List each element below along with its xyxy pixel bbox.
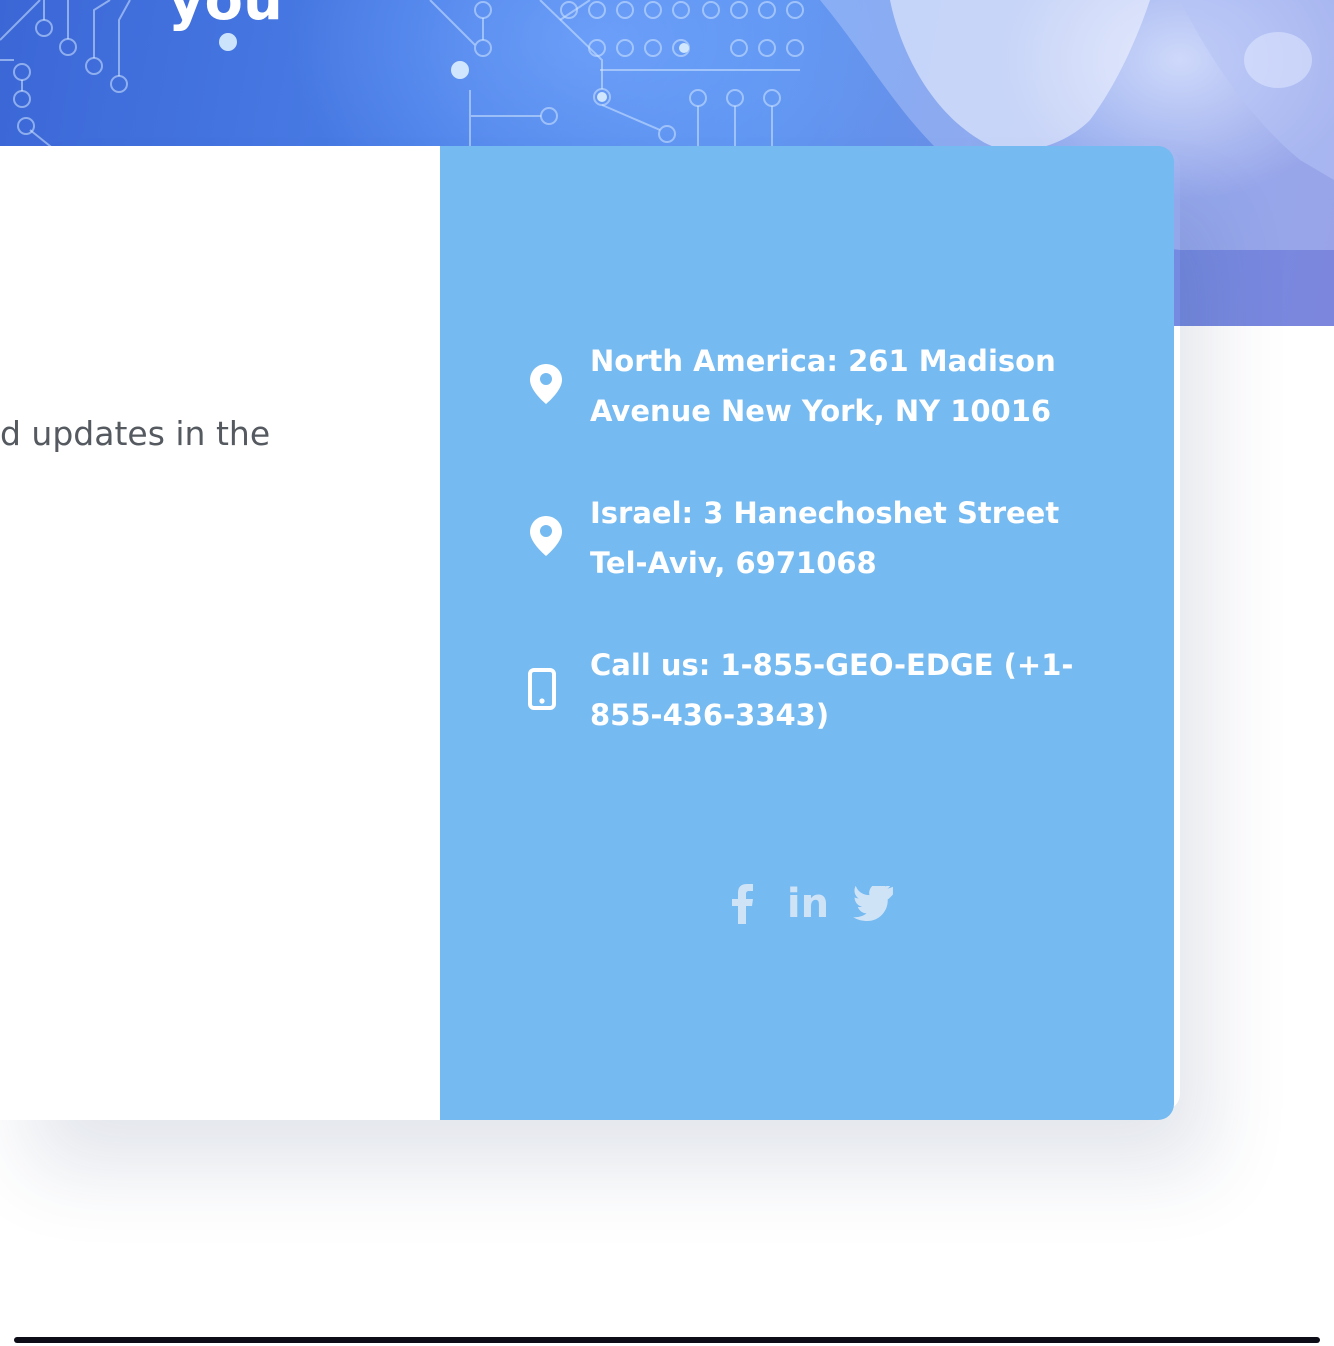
twitter-icon[interactable] [852, 882, 896, 926]
contact-address-north-america: North America: 261 Madison Avenue New Yo… [590, 336, 1090, 436]
intro-card [0, 146, 440, 1120]
facebook-icon[interactable] [720, 882, 764, 926]
contact-phone[interactable]: Call us: 1-855-GEO-EDGE (+1- 855-436-334… [590, 640, 1090, 740]
linkedin-label: in [786, 881, 830, 927]
address-line-1: Israel: 3 Hanechoshet Street [590, 496, 1060, 530]
address-line-2: Tel-Aviv, 6971068 [590, 546, 877, 580]
contact-panel: North America: 261 Madison Avenue New Yo… [440, 146, 1174, 1120]
phone-line-1: Call us: 1-855-GEO-EDGE (+1- [590, 648, 1074, 682]
map-pin-icon [528, 514, 564, 562]
address-line-1: North America: 261 Madison [590, 344, 1056, 378]
phone-line-2: 855-436-3343) [590, 698, 830, 732]
social-links: in [720, 882, 896, 926]
address-line-2: Avenue New York, NY 10016 [590, 394, 1052, 428]
mobile-phone-icon [528, 668, 564, 716]
hero-title: you [168, 0, 283, 33]
footer-divider [14, 1337, 1320, 1343]
contact-page: you d updates in the North America: 261 … [0, 0, 1334, 1346]
map-pin-icon [528, 362, 564, 410]
intro-text: d updates in the [0, 414, 271, 453]
linkedin-icon[interactable]: in [786, 882, 830, 926]
contact-address-israel: Israel: 3 Hanechoshet Street Tel-Aviv, 6… [590, 488, 1090, 588]
